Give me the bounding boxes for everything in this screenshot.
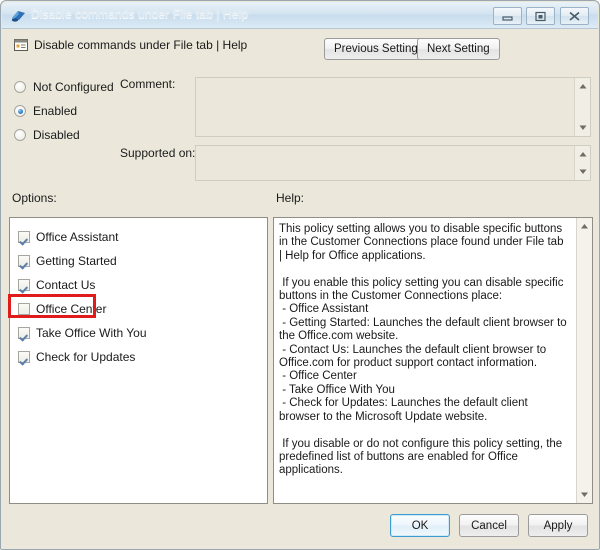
help-panel: This policy setting allows you to disabl…	[273, 217, 593, 504]
scroll-up-icon[interactable]	[575, 79, 591, 94]
supported-on-label: Supported on:	[120, 146, 196, 160]
radio-enabled[interactable]: Enabled	[14, 104, 77, 118]
help-scrollbar[interactable]	[576, 218, 592, 503]
checkbox-label: Contact Us	[36, 278, 96, 292]
cancel-button[interactable]: Cancel	[459, 514, 519, 537]
checkbox-office-center[interactable]: Office Center	[18, 302, 106, 316]
radio-not-configured[interactable]: Not Configured	[14, 80, 114, 94]
scroll-down-icon[interactable]	[575, 120, 591, 135]
next-setting-button[interactable]: Next Setting	[417, 38, 500, 60]
checkbox-indicator	[18, 255, 30, 267]
scroll-down-icon[interactable]	[577, 487, 592, 502]
radio-disabled[interactable]: Disabled	[14, 128, 80, 142]
supported-on-input[interactable]	[195, 145, 591, 181]
checkbox-indicator	[18, 279, 30, 291]
page-title: Disable commands under File tab | Help	[34, 38, 248, 52]
scroll-up-icon[interactable]	[577, 219, 592, 234]
ok-button[interactable]: OK	[390, 514, 450, 537]
window-title: Disable commands under File tab | Help	[31, 7, 249, 21]
checkbox-contact-us[interactable]: Contact Us	[18, 278, 95, 292]
checkbox-take-office-with-you[interactable]: Take Office With You	[18, 326, 147, 340]
apply-button[interactable]: Apply	[528, 514, 588, 537]
policy-setting-icon	[13, 37, 29, 53]
radio-indicator	[14, 81, 26, 93]
checkbox-check-for-updates[interactable]: Check for Updates	[18, 350, 135, 364]
checkbox-label: Check for Updates	[36, 350, 136, 364]
checkbox-label: Getting Started	[36, 254, 117, 268]
setting-header: Disable commands under File tab | Help P…	[1, 29, 599, 69]
title-bar[interactable]: Disable commands under File tab | Help	[2, 2, 598, 29]
window-bottom-strip	[2, 542, 598, 548]
policy-setting-dialog: Disable commands under File tab | Help D…	[0, 0, 600, 550]
checkbox-indicator	[18, 231, 30, 243]
checkbox-indicator	[18, 303, 30, 315]
radio-indicator	[14, 105, 26, 117]
previous-setting-button[interactable]: Previous Setting	[324, 38, 428, 60]
supported-on-scrollbar[interactable]	[574, 146, 590, 180]
checkbox-label: Take Office With You	[36, 326, 147, 340]
radio-indicator	[14, 129, 26, 141]
radio-label: Not Configured	[33, 80, 114, 94]
options-list: Office Assistant Getting Started Contact…	[9, 217, 268, 504]
radio-label: Disabled	[33, 128, 80, 142]
comment-label: Comment:	[120, 77, 176, 91]
checkbox-getting-started[interactable]: Getting Started	[18, 254, 117, 268]
maximize-icon[interactable]	[526, 7, 555, 25]
checkbox-office-assistant[interactable]: Office Assistant	[18, 230, 118, 244]
options-label: Options:	[12, 191, 57, 205]
checkbox-indicator	[18, 351, 30, 363]
scroll-down-icon[interactable]	[575, 164, 591, 179]
comment-input[interactable]	[195, 77, 591, 137]
checkbox-label: Office Center	[36, 302, 107, 316]
minimize-icon[interactable]	[493, 7, 522, 25]
checkbox-indicator	[18, 327, 30, 339]
help-text: This policy setting allows you to disabl…	[279, 223, 567, 477]
scroll-up-icon[interactable]	[575, 147, 591, 162]
comment-scrollbar[interactable]	[574, 78, 590, 136]
close-icon[interactable]	[560, 7, 589, 25]
policy-window-icon	[10, 7, 27, 24]
radio-label: Enabled	[33, 104, 78, 118]
checkbox-label: Office Assistant	[36, 230, 119, 244]
help-label: Help:	[276, 191, 305, 205]
